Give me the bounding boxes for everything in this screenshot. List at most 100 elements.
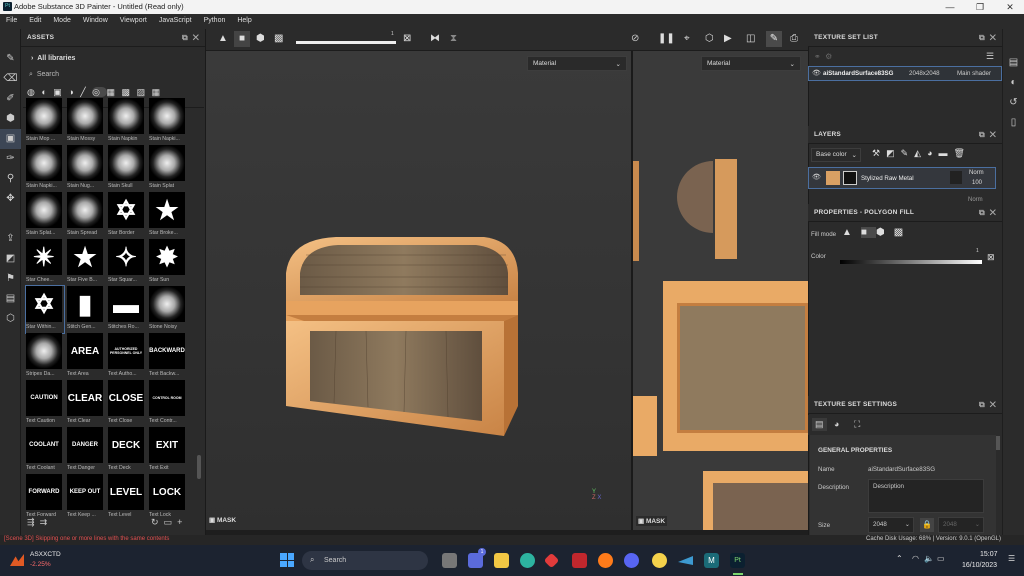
layer-row[interactable]: 👁 Stylized Raw Metal Norm 100 <box>808 167 996 189</box>
eye-icon[interactable]: 👁 <box>812 173 821 181</box>
asset-thumbnail[interactable]: Stain Mop ... <box>26 98 64 145</box>
unity-hub-icon[interactable] <box>652 553 667 568</box>
red-app-icon[interactable] <box>543 552 560 569</box>
asset-thumbnail[interactable]: Stain Splat... <box>26 192 64 239</box>
texture-set-icon[interactable]: ▤ <box>1003 53 1024 73</box>
visibility-off-icon[interactable]: ⊘ <box>631 33 639 44</box>
list-menu-icon[interactable]: ☰ <box>986 51 994 62</box>
search-input[interactable]: ⌕ Search <box>29 71 199 84</box>
render-icon[interactable]: ⚑ <box>0 269 21 289</box>
maya-icon[interactable]: M <box>704 553 719 568</box>
camera-axis-icon[interactable]: ⌖ <box>684 33 690 44</box>
history-icon[interactable]: ↺ <box>1003 93 1024 113</box>
camera-icon[interactable]: ▶ <box>724 33 732 44</box>
textures-filter-icon[interactable]: ▣ <box>53 87 68 97</box>
mask-indicator-3d[interactable]: ▣ MASK <box>209 516 236 524</box>
viewport-3d[interactable]: Material ⌄ YZ X ▣ MASK <box>206 51 631 530</box>
library-breadcrumb[interactable]: › All libraries <box>31 55 75 62</box>
asset-thumbnail[interactable]: ★ Star Five B... <box>67 239 105 286</box>
file-explorer-icon[interactable] <box>494 553 509 568</box>
asset-thumbnail[interactable]: Stain Splat <box>149 145 187 192</box>
menu-python[interactable]: Python <box>198 14 232 27</box>
link-icon[interactable]: ⚭ <box>814 52 821 61</box>
brush-slider[interactable] <box>296 41 396 44</box>
substance-painter-taskbar-icon[interactable]: Pt <box>730 553 745 568</box>
asset-thumbnail[interactable]: ✡ Star Border <box>108 192 146 239</box>
asset-thumbnail[interactable]: AUTHORIZED PERSONNEL ONLY Text Autho... <box>108 333 146 380</box>
color-slider[interactable] <box>840 260 982 264</box>
clock-date[interactable]: 16/10/2023 <box>962 562 997 569</box>
uv-chunk-fill-icon[interactable]: ▩ <box>894 227 912 238</box>
asset-thumbnail[interactable]: CLEAR Text Clear <box>67 380 105 427</box>
asset-thumbnail[interactable]: FORWARD Text Forward <box>26 474 64 521</box>
clock-time[interactable]: 15:07 <box>980 551 998 558</box>
tray-overflow-icon[interactable]: ⌃ <box>896 554 903 563</box>
volume-icon[interactable]: 🔈 <box>924 554 934 563</box>
screenshot-icon[interactable]: ⎙ <box>790 33 798 44</box>
asset-thumbnail[interactable]: Stone Noisy <box>149 286 187 333</box>
triangle-fill-icon[interactable]: ▲ <box>842 227 861 238</box>
asset-thumbnail[interactable]: ✧ Star Squar... <box>108 239 146 286</box>
settings-icon[interactable]: ⚙ <box>825 52 832 61</box>
menu-javascript[interactable]: JavaScript <box>153 14 198 27</box>
asset-thumbnail[interactable]: ★ Star Broke... <box>149 192 187 239</box>
3d-view-icon[interactable]: ⬢ <box>256 33 265 44</box>
asset-thumbnail[interactable]: COOLANT Text Coolant <box>26 427 64 474</box>
notification-icon[interactable]: ☰ <box>1008 554 1015 563</box>
panel-buttons[interactable]: ⧉ ✕ <box>979 130 996 140</box>
add-folder-icon[interactable]: ▬ <box>939 148 954 158</box>
asset-thumbnail[interactable]: LEVEL Text Level <box>108 474 146 521</box>
mask-indicator-2d[interactable]: ▣ MASK <box>636 516 668 526</box>
material-tab-icon[interactable]: ◕ <box>834 419 839 429</box>
log-icon[interactable]: ▯ <box>1003 113 1024 133</box>
battery-icon[interactable]: ▭ <box>937 554 945 563</box>
symmetry-icon[interactable]: ⧓ <box>430 33 440 44</box>
procedural-filter-icon[interactable]: ▩ <box>122 87 137 97</box>
asset-thumbnail[interactable]: Stain Napkin <box>108 98 146 145</box>
texture-set-row[interactable]: 👁 aiStandardSurface83SG 2048x2048 Main s… <box>808 66 1002 81</box>
layer-opacity[interactable]: 100 <box>972 180 982 186</box>
asset-thumbnail[interactable]: ✡ Star Within... <box>25 285 65 334</box>
asset-thumbnail[interactable]: EXIT Text Exit <box>149 427 187 474</box>
eraser-icon[interactable]: ⌫ <box>0 69 21 89</box>
edge-icon[interactable] <box>520 553 535 568</box>
grid-view-icon[interactable]: ▦ <box>152 87 167 97</box>
render-mode-icon[interactable]: ◫ <box>746 33 755 44</box>
minimize-button[interactable]: — <box>940 1 960 13</box>
description-field[interactable]: Description <box>868 479 984 513</box>
slider-reset-icon[interactable]: ⊠ <box>403 33 411 44</box>
asset-thumbnail[interactable]: BACKWARD Text Backw... <box>149 333 187 380</box>
picker-icon[interactable]: ✥ <box>0 189 21 209</box>
polygon-fill-icon[interactable]: ▣ <box>0 129 21 149</box>
plugins-icon[interactable]: ⬡ <box>0 309 21 329</box>
delete-layer-icon[interactable]: 🗑 <box>954 148 971 158</box>
asset-thumbnail[interactable]: Stain Mossy <box>67 98 105 145</box>
size-dropdown[interactable]: 2048 ⌄ <box>868 517 914 533</box>
asset-thumbnail[interactable]: DECK Text Deck <box>108 427 146 474</box>
asset-thumbnail[interactable]: Stain Napki... <box>149 98 187 145</box>
asset-thumbnail[interactable]: KEEP OUT Text Keep ... <box>67 474 105 521</box>
menu-viewport[interactable]: Viewport <box>114 14 153 27</box>
checker-icon[interactable]: ▩ <box>274 33 283 44</box>
panel-buttons[interactable]: ⧉ ✕ <box>979 400 996 410</box>
asset-thumbnail[interactable]: Stain Nug... <box>67 145 105 192</box>
menu-window[interactable]: Window <box>77 14 114 27</box>
asset-thumbnail[interactable]: DANGER Text Danger <box>67 427 105 474</box>
color-picker-icon[interactable]: ⊠ <box>987 252 995 263</box>
asset-thumbnail[interactable]: CLOSE Text Close <box>108 380 146 427</box>
mcafee-icon[interactable] <box>572 553 587 568</box>
add-paint-layer-icon[interactable]: ✎ <box>901 148 915 158</box>
smudge-icon[interactable]: ✑ <box>0 149 21 169</box>
menu-edit[interactable]: Edit <box>23 14 47 27</box>
masks-filter-icon[interactable]: ◑ <box>68 87 80 97</box>
menu-help[interactable]: Help <box>231 14 257 27</box>
channel-dropdown[interactable]: Base color ⌄ <box>811 148 861 162</box>
layer-blend-mode[interactable]: Norm <box>969 170 984 176</box>
settings-tab-icon[interactable]: ▤ <box>812 418 827 431</box>
asset-thumbnail[interactable]: ✴ Star Chee... <box>26 239 64 286</box>
stock-chart-icon[interactable] <box>10 554 24 566</box>
shelf-icon[interactable]: ▤ <box>0 289 21 309</box>
panel-buttons[interactable]: ⧉ ✕ <box>979 208 996 218</box>
windows-start-icon[interactable] <box>280 553 294 567</box>
paint-mode-icon[interactable]: ✎ <box>766 31 782 47</box>
